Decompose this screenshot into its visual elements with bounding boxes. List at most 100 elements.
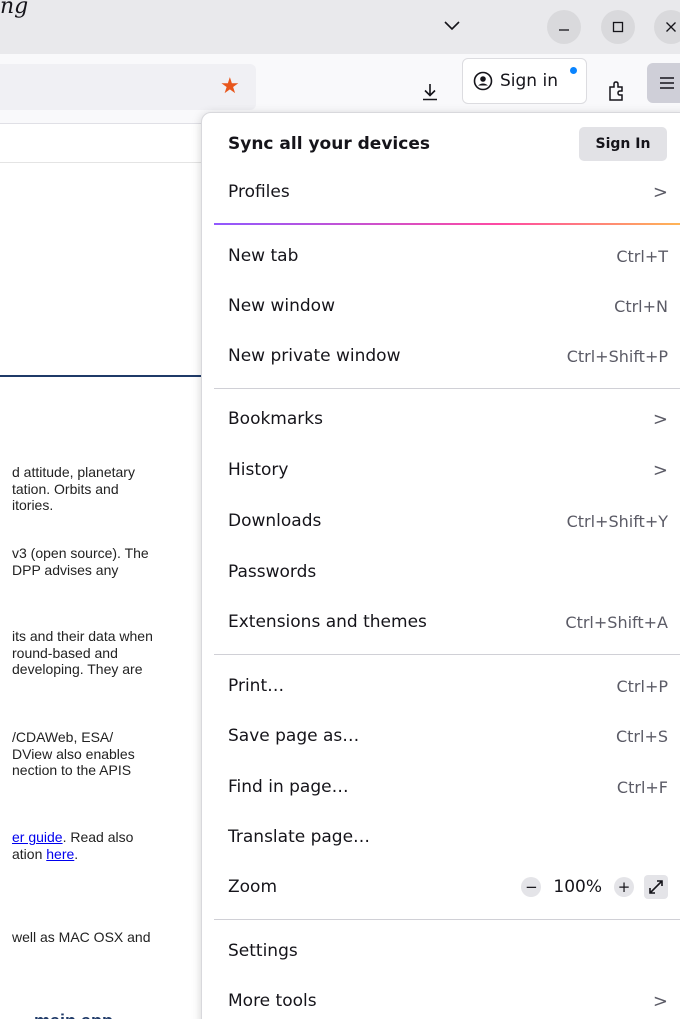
menu-item-label: Bookmarks	[228, 409, 323, 429]
menu-item-label: Translate page…	[228, 827, 371, 847]
zoom-controls: − 100% +	[521, 875, 668, 899]
menu-item-label: More tools	[228, 991, 317, 1011]
menu-separator	[214, 388, 680, 389]
text-span: . Read also	[62, 829, 134, 845]
menu-item-label: Settings	[228, 941, 298, 961]
close-icon	[666, 22, 676, 32]
zoom-out-button[interactable]: −	[521, 877, 542, 897]
text-line: nection to the APIS	[12, 762, 132, 778]
paragraph: /CDAWeb, ESA/ DView also enables nection…	[12, 729, 212, 779]
downloads-button[interactable]	[413, 75, 447, 109]
menu-item-label: History	[228, 460, 289, 480]
puzzle-icon	[609, 81, 623, 101]
shortcut-label: Ctrl+Shift+P	[566, 346, 668, 366]
text-span: ation	[12, 845, 47, 862]
menu-item-save-page[interactable]: Save page as… Ctrl+S	[214, 713, 680, 759]
paragraph: well as MAC OSX and	[12, 929, 212, 946]
divider	[0, 162, 210, 163]
url-bar[interactable]: ★	[0, 64, 256, 110]
shortcut-label: Ctrl+Shift+A	[565, 612, 668, 632]
paragraph: v3 (open source). The DPP advises any	[12, 545, 212, 578]
paragraph: its and their data when round-based and …	[12, 628, 212, 678]
user-guide-link[interactable]: er guide	[12, 829, 63, 845]
menu-item-more-tools[interactable]: More tools >	[214, 978, 680, 1019]
shortcut-label: Ctrl+F	[616, 777, 668, 797]
text-line: /CDAWeb, ESA/	[12, 729, 114, 745]
minimize-button[interactable]	[547, 10, 581, 44]
menu-item-label: Find in page…	[228, 777, 349, 797]
text-line: DView also enables	[12, 745, 135, 762]
menu-item-find-in-page[interactable]: Find in page… Ctrl+F	[214, 764, 680, 810]
here-link[interactable]: here	[46, 846, 74, 862]
shortcut-label: Ctrl+P	[616, 676, 668, 696]
extensions-button[interactable]	[602, 76, 632, 106]
menu-separator	[214, 919, 680, 920]
text-line: DPP advises any	[12, 561, 119, 578]
menu-item-label: Profiles	[228, 182, 290, 202]
menu-item-new-window[interactable]: New window Ctrl+N	[214, 283, 680, 329]
text-line: developing. They are	[12, 661, 143, 677]
menu-item-label: Save page as…	[228, 726, 360, 746]
menu-item-translate-page[interactable]: Translate page…	[214, 814, 680, 860]
menu-item-label: Extensions and themes	[228, 612, 427, 632]
list-all-tabs-button[interactable]	[436, 12, 468, 40]
gradient-divider	[214, 223, 680, 225]
text-line: ation here.	[12, 846, 212, 863]
chevron-down-icon	[444, 21, 460, 31]
hamburger-icon	[660, 77, 674, 89]
shortcut-label: Ctrl+N	[614, 296, 668, 316]
app-menu-panel: Sync all your devices Sign In Profiles >…	[201, 112, 680, 1019]
minimize-icon	[559, 29, 569, 31]
fullscreen-button[interactable]	[644, 875, 668, 899]
menu-item-new-private-window[interactable]: New private window Ctrl+Shift+P	[214, 333, 680, 379]
account-icon	[473, 71, 493, 91]
section-heading-fragment: main app	[34, 1011, 113, 1019]
notification-dot	[570, 67, 577, 74]
menu-item-new-tab[interactable]: New tab Ctrl+T	[214, 233, 680, 279]
menu-item-label: New tab	[228, 246, 299, 266]
close-button[interactable]	[654, 10, 680, 44]
sync-signin-button[interactable]: Sign In	[579, 127, 667, 161]
zoom-in-button[interactable]: +	[614, 877, 634, 897]
text-line: v3 (open source). The	[12, 545, 149, 561]
text-line: round-based and	[12, 644, 118, 661]
shortcut-label: Ctrl+S	[615, 726, 668, 746]
account-signin-button[interactable]: Sign in	[462, 58, 587, 104]
menu-item-bookmarks[interactable]: Bookmarks >	[214, 396, 680, 442]
menu-item-label: New private window	[228, 346, 401, 366]
menu-item-label: Print…	[228, 676, 285, 696]
shortcut-label: Ctrl+Shift+Y	[566, 511, 668, 531]
menu-item-history[interactable]: History >	[214, 447, 680, 493]
menu-item-extensions-themes[interactable]: Extensions and themes Ctrl+Shift+A	[214, 599, 680, 645]
menu-item-profiles[interactable]: Profiles >	[214, 169, 680, 215]
zoom-reset-button[interactable]: 100%	[553, 877, 602, 897]
menu-item-downloads[interactable]: Downloads Ctrl+Shift+Y	[214, 498, 680, 544]
star-icon[interactable]: ★	[220, 74, 240, 99]
text-line: well as MAC OSX and	[12, 929, 151, 945]
menu-item-settings[interactable]: Settings	[214, 928, 680, 974]
sync-title: Sync all your devices	[228, 134, 430, 154]
app-menu-button[interactable]	[647, 63, 680, 103]
paragraph: d attitude, planetary tation. Orbits and…	[12, 464, 212, 514]
maximize-button[interactable]	[601, 10, 635, 44]
menu-separator	[214, 654, 680, 655]
paragraph: er guide. Read also ation here.	[12, 829, 212, 862]
menu-item-zoom: Zoom − 100% +	[214, 864, 680, 910]
menu-item-print[interactable]: Print… Ctrl+P	[214, 663, 680, 709]
text-line: d attitude, planetary	[12, 464, 135, 480]
text-line: its and their data when	[12, 628, 153, 644]
chevron-right-icon: >	[652, 990, 668, 1012]
maximize-icon	[612, 21, 624, 33]
section-divider	[0, 375, 210, 377]
chevron-right-icon: >	[652, 181, 668, 203]
text-span: .	[74, 845, 79, 862]
menu-item-label: Passwords	[228, 562, 317, 582]
signin-label: Sign in	[500, 71, 558, 91]
shortcut-label: Ctrl+T	[616, 246, 668, 266]
title-bar: ng	[0, 0, 680, 54]
text-line: er guide. Read also	[12, 829, 212, 846]
text-line: itories.	[12, 497, 54, 513]
menu-item-label: New window	[228, 296, 335, 316]
menu-item-passwords[interactable]: Passwords	[214, 549, 680, 595]
menu-item-label: Zoom	[228, 877, 278, 897]
